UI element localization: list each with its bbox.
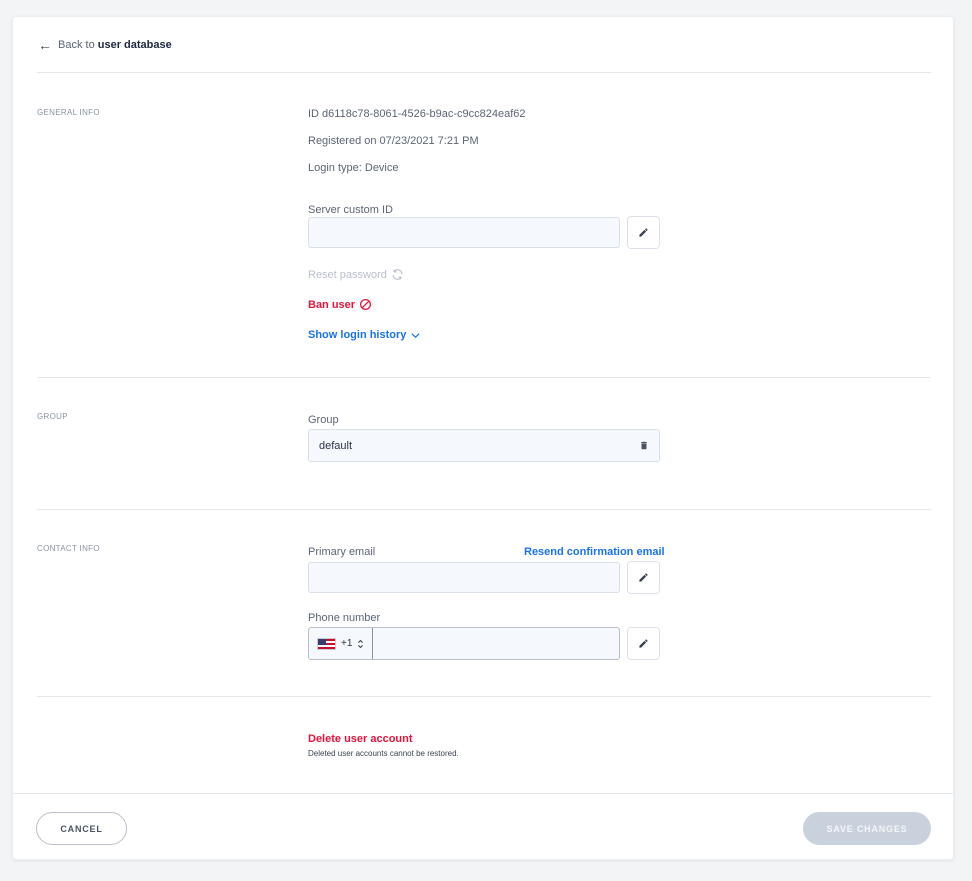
- back-link-prefix: Back to: [58, 39, 95, 51]
- edit-primary-email-button[interactable]: [627, 561, 660, 594]
- contact-info-divider: [37, 696, 931, 697]
- pencil-icon: [638, 572, 649, 583]
- reset-password-link[interactable]: Reset password: [308, 268, 404, 281]
- section-label-group: GROUP: [37, 412, 68, 421]
- group-value: default: [319, 439, 353, 452]
- group-divider: [37, 509, 931, 510]
- cancel-button[interactable]: CANCEL: [36, 812, 127, 845]
- pencil-icon: [638, 638, 649, 649]
- section-label-contact-info: CONTACT INFO: [37, 544, 100, 553]
- header-divider: [37, 72, 931, 73]
- section-label-general-info: GENERAL INFO: [37, 108, 100, 117]
- primary-email-label: Primary email: [308, 546, 376, 558]
- trash-icon[interactable]: [639, 440, 649, 451]
- arrow-left-icon: ←: [38, 37, 52, 53]
- show-login-history-label: Show login history: [308, 329, 407, 341]
- ban-user-link[interactable]: Ban user: [308, 298, 372, 311]
- country-code-select[interactable]: +1: [309, 628, 374, 659]
- registered-date: Registered on 07/23/2021 7:21 PM: [308, 135, 479, 147]
- show-login-history-link[interactable]: Show login history: [308, 329, 421, 341]
- select-arrows-icon: [357, 639, 364, 649]
- back-link-target: user database: [97, 39, 172, 51]
- pencil-icon: [638, 227, 649, 238]
- user-detail-card: ← Back to user database GENERAL INFO ID …: [12, 16, 954, 860]
- phone-number-label: Phone number: [308, 612, 381, 624]
- group-field[interactable]: default: [308, 429, 660, 462]
- country-code-value: +1: [341, 638, 353, 649]
- resend-confirmation-email-link[interactable]: Resend confirmation email: [524, 546, 665, 558]
- chevron-down-icon: [410, 330, 421, 341]
- user-id: ID d6118c78-8061-4526-b9ac-c9cc824eaf62: [308, 108, 526, 120]
- ban-icon: [359, 298, 372, 311]
- save-changes-button[interactable]: SAVE CHANGES: [803, 812, 931, 845]
- login-type: Login type: Device: [308, 162, 399, 174]
- primary-email-input[interactable]: [308, 562, 620, 593]
- server-custom-id-label: Server custom ID: [308, 204, 393, 216]
- group-field-label: Group: [308, 414, 339, 426]
- refresh-icon: [391, 268, 404, 281]
- back-to-user-database-link[interactable]: ← Back to user database: [38, 38, 172, 52]
- footer-divider: [13, 793, 953, 794]
- general-info-divider: [37, 377, 931, 378]
- phone-number-input[interactable]: [373, 628, 619, 659]
- reset-password-label: Reset password: [308, 268, 387, 281]
- ban-user-label: Ban user: [308, 298, 356, 311]
- phone-number-field: +1: [308, 627, 620, 660]
- edit-phone-number-button[interactable]: [627, 627, 660, 660]
- edit-server-custom-id-button[interactable]: [627, 216, 660, 249]
- delete-user-account-link[interactable]: Delete user account: [308, 733, 413, 745]
- server-custom-id-input[interactable]: [308, 217, 620, 248]
- delete-user-account-note: Deleted user accounts cannot be restored…: [308, 749, 459, 758]
- us-flag-icon: [317, 637, 336, 650]
